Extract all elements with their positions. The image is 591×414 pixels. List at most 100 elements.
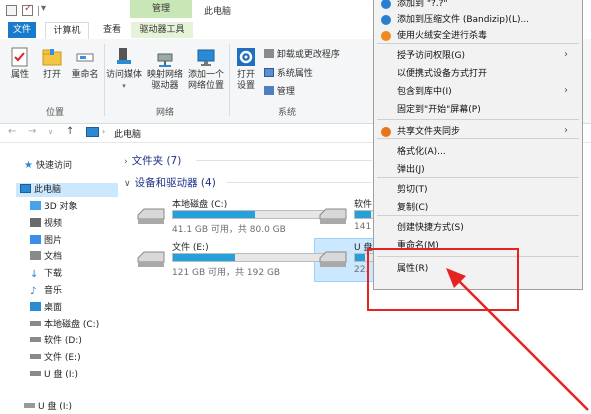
nav-item[interactable]: ↓ 下载 (30, 268, 62, 281)
gear-icon (237, 48, 255, 66)
properties-icon (11, 47, 28, 67)
drive-icon (319, 208, 347, 224)
menu-item-top-partial[interactable]: 添加到 "?.?" (397, 0, 448, 12)
drive-usage-fill (173, 254, 236, 261)
menu-item-shortcut[interactable]: 创建快捷方式(S) (397, 220, 464, 236)
nav-quick-access[interactable]: ★ 快速访问 (24, 159, 72, 172)
chevron-down-icon: ∨ (124, 179, 131, 189)
breadcrumb-chevron-icon[interactable]: › (102, 127, 105, 136)
nav-label: 软件 (D:) (44, 336, 82, 347)
section-divider (226, 182, 372, 183)
nav-item[interactable]: 桌面 (30, 301, 62, 315)
nav-usb-root[interactable]: U 盘 (I:) (24, 401, 72, 414)
access-media-button[interactable]: 访问媒体 ▾ (106, 46, 142, 92)
menu-item-huorong[interactable]: 使用火绒安全进行杀毒 (397, 28, 487, 44)
menu-item-library[interactable]: 包含到库中(I) (397, 84, 452, 100)
drive-icon (30, 354, 41, 360)
nav-item[interactable]: 文件 (E:) (30, 352, 81, 365)
open-label: 打开 (42, 70, 61, 80)
nav-item[interactable]: 视频 (30, 217, 62, 231)
system-properties-label: 系统属性 (276, 69, 313, 79)
open-settings-label-2: 设置 (236, 81, 255, 91)
open-button[interactable]: 打开 (40, 46, 64, 81)
drive-name: 文件 (E:) (172, 243, 209, 253)
menu-item-cut[interactable]: 剪切(T) (397, 182, 428, 198)
nav-this-pc[interactable]: 此电脑 (20, 184, 61, 197)
forward-arrow-icon[interactable]: → (28, 126, 36, 137)
section-divider (196, 160, 372, 161)
music-icon: ♪ (30, 286, 37, 297)
up-arrow-icon[interactable]: ↑ (66, 126, 74, 137)
quick-access-properties-icon[interactable] (6, 5, 17, 16)
drive-usage-fill (173, 211, 256, 218)
tab-view[interactable]: 查看 (98, 22, 126, 38)
windows-drive-icon (137, 208, 165, 224)
nav-item[interactable]: U 盘 (I:) (30, 369, 78, 382)
quick-access-dropdown-icon[interactable]: ▾ (41, 3, 46, 14)
add-network-location-button[interactable]: 添加一个 网络位置 (186, 46, 226, 92)
menu-item-grant-access[interactable]: 授予访问权限(G) (397, 48, 465, 64)
quick-access-separator (38, 6, 39, 16)
media-icon (117, 48, 131, 64)
nav-label: 此电脑 (34, 185, 62, 195)
nav-label: 文件 (E:) (44, 353, 81, 364)
tab-computer[interactable]: 计算机 (45, 22, 89, 39)
network-drive-icon (157, 53, 173, 67)
system-properties-button[interactable]: 系统属性 (264, 66, 313, 79)
nav-item[interactable]: ♪ 音乐 (30, 285, 62, 298)
nav-item[interactable]: 文档 (30, 251, 62, 264)
system-properties-icon (264, 68, 274, 77)
manage-button[interactable]: 管理 (264, 84, 295, 97)
folders-section-header[interactable]: › 文件夹 (7) (124, 153, 181, 168)
add-location-label-2: 网络位置 (187, 81, 224, 91)
recent-dropdown-icon[interactable]: ∨ (48, 128, 53, 136)
menu-item-bandizip[interactable]: 添加到压缩文件 (Bandizip)(L)... (397, 12, 529, 28)
quick-access-checkbox-icon[interactable] (22, 3, 33, 16)
nav-item[interactable]: 图片 (30, 234, 63, 248)
local-disk-icon (30, 320, 41, 326)
computer-icon (20, 184, 31, 193)
nav-label: 3D 对象 (44, 202, 78, 212)
tab-file[interactable]: 文件 (8, 22, 36, 38)
map-network-drive-button[interactable]: 映射网络 驱动器 (146, 46, 184, 92)
drive-free-space: 141 (354, 222, 372, 232)
nav-item[interactable]: 本地磁盘 (C:) (30, 319, 99, 332)
menu-item-copy[interactable]: 复制(C) (397, 200, 428, 216)
map-drive-label-1: 映射网络 (146, 70, 183, 80)
drive-icon (319, 251, 347, 267)
menu-item-pin-start[interactable]: 固定到"开始"屏幕(P) (397, 102, 481, 118)
devices-header-label: 设备和驱动器 (4) (134, 177, 216, 189)
devices-section-header[interactable]: ∨ 设备和驱动器 (4) (124, 175, 216, 190)
nav-label: 图片 (44, 235, 63, 246)
videos-icon (30, 217, 41, 227)
rename-button[interactable]: 重命名 (69, 46, 101, 81)
menu-item-portable[interactable]: 以便携式设备方式打开 (397, 66, 487, 82)
usb-drive-icon (24, 403, 35, 408)
chevron-right-icon: › (124, 157, 128, 167)
open-settings-label-1: 打开 (236, 70, 255, 80)
nav-label: 本地磁盘 (C:) (44, 319, 100, 330)
rename-label: 重命名 (71, 70, 99, 80)
drive-name: 本地磁盘 (C:) (172, 200, 228, 210)
drive-usage-fill (355, 211, 371, 218)
properties-label: 属性 (10, 70, 29, 80)
back-arrow-icon[interactable]: ← (8, 126, 16, 137)
drive-name: 软件 (354, 200, 373, 210)
nav-item[interactable]: 软件 (D:) (30, 335, 82, 348)
open-settings-button[interactable]: 打开 设置 (232, 46, 260, 92)
documents-icon (30, 251, 41, 261)
menu-item-icon (381, 15, 391, 25)
properties-button[interactable]: 属性 (8, 46, 32, 81)
breadcrumb[interactable]: 此电脑 (114, 127, 141, 140)
menu-item-format[interactable]: 格式化(A)... (397, 144, 446, 160)
map-drive-label-2: 驱动器 (151, 81, 179, 91)
nav-item[interactable]: 3D 对象 (30, 201, 78, 214)
uninstall-programs-button[interactable]: 卸载或更改程序 (264, 47, 340, 60)
menu-item-share-sync[interactable]: 共享文件夹同步 (397, 124, 460, 140)
nav-label: 下载 (44, 269, 63, 280)
submenu-chevron-icon: › (564, 49, 568, 60)
ribbon-separator (229, 44, 230, 116)
drive-free-space: 41.1 GB 可用，共 80.0 GB (172, 225, 286, 235)
menu-item-eject[interactable]: 弹出(J) (397, 162, 425, 178)
tab-drive-tools[interactable]: 驱动器工具 (131, 22, 193, 38)
